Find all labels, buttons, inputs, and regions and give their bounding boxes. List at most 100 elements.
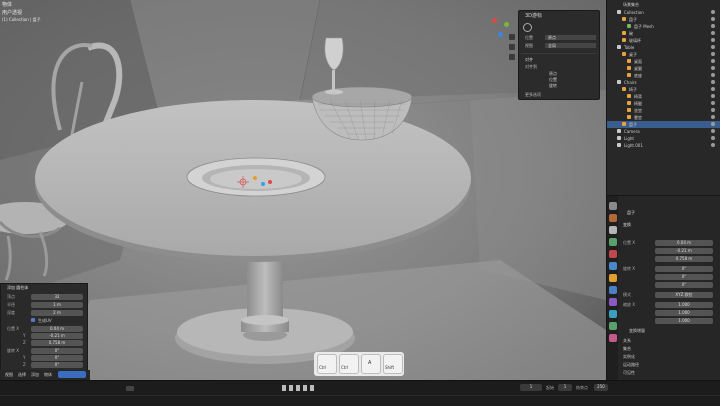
visibility-eye-icon[interactable] [711,136,715,140]
physics-tab-icon[interactable] [609,310,617,318]
visibility-eye-icon[interactable] [711,143,715,147]
menu-select[interactable]: 选择 [18,372,26,377]
rotation-y-field[interactable]: 0° [655,274,713,280]
output-tab-icon[interactable] [609,226,617,234]
render-tab-icon[interactable] [609,214,617,222]
scale-y-field[interactable]: 1.000 [655,310,713,316]
location-select[interactable]: 原点 [545,35,596,40]
outliner-item[interactable]: 坐垫 [607,107,720,114]
camera-icon[interactable] [509,54,515,60]
outliner-item[interactable]: Chairs [607,79,720,86]
menu-view[interactable]: 视图 [5,372,13,377]
outliner-item[interactable]: 椅背 [607,93,720,100]
outliner-item[interactable]: 碗 [607,30,720,37]
visibility-eye-icon[interactable] [711,31,715,35]
visibility-eye-icon[interactable] [711,115,715,119]
outliner-item[interactable]: 靠垫 [607,114,720,121]
outliner-item[interactable]: Camera [607,128,720,135]
location-y-field[interactable]: -0.21 m [655,248,713,254]
op-rot-z-field[interactable]: 0° [31,362,83,368]
gizmo-z-icon[interactable] [498,32,503,37]
visibility-eye-icon[interactable] [711,17,715,21]
visibility-eye-icon[interactable] [711,101,715,105]
3d-viewport[interactable]: 物体 用户透视 (1) Collection | 盘子 3D游标 位置 原点 视… [0,0,606,380]
object-tab-icon[interactable] [609,274,617,282]
play-icon[interactable] [303,385,307,391]
outliner-item[interactable]: 盘子 [607,121,720,128]
world-tab-icon[interactable] [609,262,617,270]
tool-tab-icon[interactable] [609,202,617,210]
rotation-z-field[interactable]: 0° [655,282,713,288]
outliner-item[interactable]: 盘子 [607,16,720,23]
instancing-section[interactable]: 实例化 [623,354,635,359]
current-frame-field[interactable]: 1 [520,384,542,391]
outliner-item[interactable]: 桌面 [607,58,720,65]
visibility-eye-icon[interactable] [711,66,715,70]
visibility-section[interactable]: 可见性 [623,370,635,375]
active-mode-button[interactable] [58,371,86,378]
zoom-icon[interactable] [509,34,515,40]
delta-transform-section[interactable]: 变换增量 [629,328,645,333]
visibility-eye-icon[interactable] [711,129,715,133]
more-options-label[interactable]: 更多选项 [525,92,541,97]
outliner-item[interactable]: Table [607,44,720,51]
view-select[interactable]: 全局 [545,43,596,48]
data-tab-icon[interactable] [609,322,617,330]
op-depth-field[interactable]: 2 m [31,310,83,316]
outliner-item[interactable]: Light.001 [607,142,720,149]
visibility-eye-icon[interactable] [711,87,715,91]
modifier-tab-icon[interactable] [609,286,617,294]
jump-start-icon[interactable] [282,385,286,391]
visibility-eye-icon[interactable] [711,38,715,42]
view-layer-tab-icon[interactable] [609,238,617,246]
gizmo-y-icon[interactable] [504,22,509,27]
outliner-item[interactable]: 底座 [607,72,720,79]
op-loc-y-field[interactable]: -0.21 m [31,333,83,339]
outliner-item[interactable]: 椅子 [607,86,720,93]
transform-section[interactable]: 变换 [623,222,631,227]
outliner-item[interactable]: 盘子 Mesh [607,23,720,30]
relations-section[interactable]: 关系 [623,338,631,343]
hand-pan-icon[interactable] [509,44,515,50]
outliner-item[interactable]: 椅腿 [607,100,720,107]
last-op-title[interactable]: 添加 圆柱体 [7,285,28,290]
menu-add[interactable]: 添加 [31,372,39,377]
menu-object[interactable]: 物体 [44,372,52,377]
visibility-eye-icon[interactable] [711,122,715,126]
particles-tab-icon[interactable] [609,298,617,306]
visibility-eye-icon[interactable] [711,108,715,112]
visibility-eye-icon[interactable] [711,59,715,63]
end-frame-field[interactable]: 250 [594,384,608,391]
scale-x-field[interactable]: 1.000 [655,302,713,308]
op-vertices-field[interactable]: 32 [31,294,83,300]
material-tab-icon[interactable] [609,334,617,342]
align-option-origin[interactable]: 原点 [549,71,557,76]
gizmo-x-icon[interactable] [492,18,497,23]
outliner-item[interactable]: 桌子 [607,51,720,58]
op-radius-field[interactable]: 1 m [31,302,83,308]
playback-menu[interactable] [126,386,134,391]
op-loc-x-field[interactable]: 0.04 m [31,326,83,332]
visibility-eye-icon[interactable] [711,24,715,28]
scene-tab-icon[interactable] [609,250,617,258]
visibility-eye-icon[interactable] [711,73,715,77]
location-z-field[interactable]: 0.758 m [655,256,713,262]
rotation-x-field[interactable]: 0° [655,266,713,272]
visibility-eye-icon[interactable] [711,52,715,56]
visibility-eye-icon[interactable] [711,80,715,84]
rotation-mode-select[interactable]: XYZ 欧拉 [655,292,713,298]
collections-section[interactable]: 集合 [623,346,631,351]
motion-paths-section[interactable]: 运动路径 [623,362,639,367]
location-x-field[interactable]: 0.04 m [655,240,713,246]
op-loc-z-field[interactable]: 0.758 m [31,340,83,346]
outliner-item[interactable]: Light [607,135,720,142]
outliner-item[interactable]: 桌腿 [607,65,720,72]
outliner-item[interactable]: Collection [607,9,720,16]
align-option-rotation[interactable]: 旋转 [549,83,557,88]
visibility-eye-icon[interactable] [711,10,715,14]
play-reverse-icon[interactable] [296,385,300,391]
op-rot-x-field[interactable]: 0° [31,348,83,354]
generate-uv-checkbox[interactable] [31,318,35,322]
op-rot-y-field[interactable]: 0° [31,355,83,361]
visibility-eye-icon[interactable] [711,45,715,49]
